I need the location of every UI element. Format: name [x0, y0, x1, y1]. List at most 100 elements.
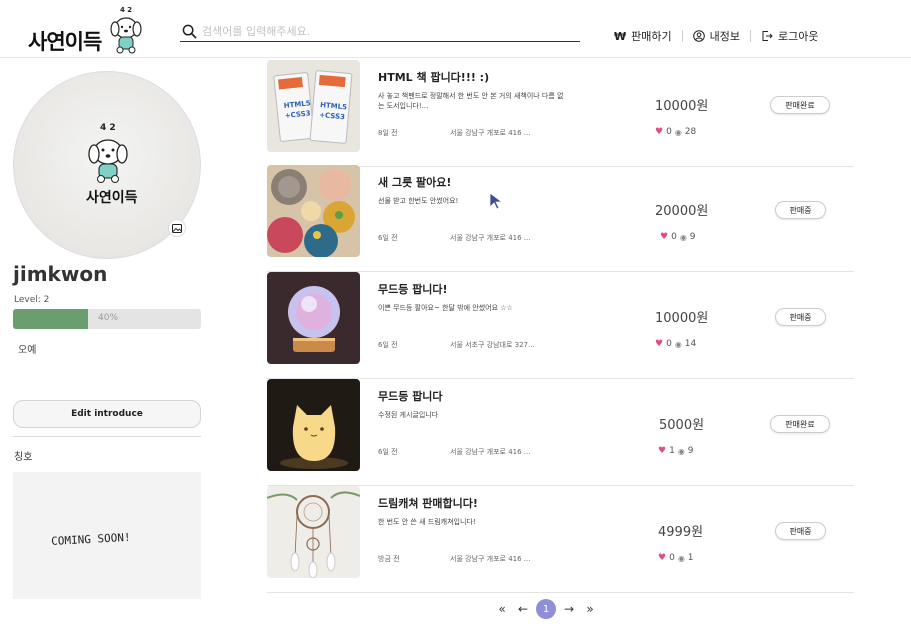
- mouse-cursor-icon: [489, 192, 503, 210]
- coming-soon-art: COMING SOON!: [51, 531, 131, 548]
- item-location: 서울 강남구 개포로 416 ...: [450, 448, 531, 456]
- list-item[interactable]: 무드등 팝니다 수정된 게시글입니다 6일 전 서울 강남구 개포로 416 .…: [267, 379, 854, 486]
- like-count: 1: [669, 446, 675, 456]
- eye-icon: ◉: [674, 339, 682, 349]
- logout-icon: [762, 31, 773, 41]
- page-number-1[interactable]: 1: [536, 599, 556, 619]
- heart-icon: ♥: [658, 553, 667, 563]
- search-bar: [180, 22, 580, 42]
- item-title[interactable]: 새 그릇 팔아요!: [378, 174, 451, 190]
- user-introduce: 오예: [18, 345, 37, 356]
- dreamcatcher-thumbnail-image: [267, 486, 360, 578]
- like-count: 0: [666, 127, 672, 137]
- pagination: « ← 1 → »: [494, 599, 598, 619]
- logo[interactable]: 사연이득 4 2: [28, 4, 143, 54]
- item-time: 6일 전: [378, 234, 398, 242]
- item-description: 한 번도 안 쓴 새 드림캐쳐입니다!: [378, 518, 476, 526]
- item-status-button[interactable]: 판매중: [775, 201, 826, 219]
- like-count: 0: [671, 232, 677, 242]
- item-title[interactable]: 무드등 팝니다!: [378, 281, 448, 297]
- item-price: 10000원: [655, 99, 709, 114]
- logo-numbers: 4 2: [120, 6, 132, 14]
- item-time: 6일 전: [378, 341, 398, 349]
- cat-lamp-thumbnail-image: [267, 379, 360, 471]
- item-stats: ♥ 0 ◉ 1: [658, 553, 694, 563]
- level-progress-text: 40%: [98, 313, 119, 323]
- item-thumbnail[interactable]: [267, 486, 360, 578]
- item-stats: ♥ 0 ◉ 14: [655, 339, 696, 349]
- item-title[interactable]: 무드등 팝니다: [378, 388, 443, 404]
- list-item[interactable]: 무드등 팝니다! 이쁜 무드등 팔아요~ 한달 밖에 안썼어요 ☆☆ 6일 전 …: [267, 272, 854, 379]
- logo-text: 사연이득: [28, 30, 102, 54]
- myinfo-label: 내정보: [709, 30, 740, 43]
- item-thumbnail[interactable]: [267, 272, 360, 364]
- dog-logo-icon: 4 2: [110, 6, 142, 54]
- header: 사연이득 4 2 ₩ 판매: [0, 0, 911, 58]
- sidebar-divider: [13, 436, 201, 437]
- item-description: 선물 받고 한번도 안썼어요!: [378, 197, 459, 205]
- view-count: 28: [684, 127, 697, 137]
- logout-link[interactable]: 로그아웃: [761, 28, 818, 44]
- item-thumbnail[interactable]: [267, 379, 360, 471]
- edit-introduce-button[interactable]: Edit introduce: [13, 400, 201, 428]
- next-page-button[interactable]: →: [561, 602, 577, 616]
- list-item[interactable]: 새 그릇 팔아요! 선물 받고 한번도 안썼어요! 6일 전 서울 강남구 개포…: [267, 165, 854, 272]
- item-title[interactable]: HTML 책 팝니다!!! :): [378, 69, 489, 85]
- item-location: 서울 강남구 개포로 416 ...: [450, 129, 531, 137]
- mood-lamp-thumbnail-image: [267, 272, 360, 364]
- view-count: 9: [689, 232, 696, 242]
- eye-icon: ◉: [677, 553, 685, 563]
- level-progress-fill: [13, 309, 89, 329]
- item-thumbnail[interactable]: HTML5 +CSS3 HTML5 +CSS3: [267, 60, 360, 152]
- item-description: 사 놓고 책펜드로 정말해서 한 번도 안 본 거의 새책이나 다름 없는 도서…: [378, 92, 564, 110]
- book-thumbnail-image: HTML5 +CSS3 HTML5 +CSS3: [267, 60, 360, 152]
- item-stats: ♥ 1 ◉ 9: [658, 446, 694, 456]
- eye-icon: ◉: [677, 446, 685, 456]
- view-count: 14: [684, 339, 697, 349]
- eye-icon: ◉: [674, 127, 682, 137]
- heart-icon: ♥: [658, 446, 667, 456]
- search-input[interactable]: [202, 22, 572, 40]
- plates-thumbnail-image: [267, 165, 360, 257]
- item-price: 4999원: [658, 525, 704, 540]
- view-count: 9: [687, 446, 694, 456]
- list-item[interactable]: 드림캐쳐 판매합니다! 한 번도 안 쓴 새 드림캐쳐입니다! 방금 전 서울 …: [267, 486, 854, 593]
- won-icon: ₩: [614, 29, 627, 43]
- last-page-button[interactable]: »: [582, 602, 598, 616]
- page: 사연이득 4 2 ₩ 판매: [0, 0, 911, 631]
- myinfo-link[interactable]: 내정보: [692, 28, 740, 44]
- user-level: Level: 2: [14, 295, 50, 305]
- item-location: 서울 강남구 개포로 416 ...: [450, 555, 531, 563]
- item-thumbnail[interactable]: [267, 165, 360, 257]
- heart-icon: ♥: [655, 339, 664, 349]
- item-location: 서울 강남구 개포로 416 ...: [450, 234, 531, 242]
- item-status-button[interactable]: 판매중: [775, 308, 826, 326]
- coming-soon-image: COMING SOON!: [13, 472, 201, 599]
- header-nav: ₩ 판매하기 내정보 로그아웃: [614, 28, 818, 44]
- item-stats: ♥ 0 ◉ 9: [660, 232, 696, 242]
- item-status-button[interactable]: 판매중: [775, 522, 826, 540]
- change-image-button[interactable]: [168, 219, 186, 237]
- image-icon: [172, 223, 182, 233]
- search-icon[interactable]: [182, 24, 197, 39]
- item-time: 방금 전: [378, 555, 400, 563]
- item-stats: ♥ 0 ◉ 28: [655, 127, 696, 137]
- sell-link[interactable]: ₩ 판매하기: [614, 28, 672, 44]
- prev-page-button[interactable]: ←: [515, 602, 531, 616]
- first-page-button[interactable]: «: [494, 602, 510, 616]
- item-price: 10000원: [655, 311, 709, 326]
- nav-divider: [681, 30, 683, 42]
- list-item[interactable]: HTML5 +CSS3 HTML5 +CSS3 HTML 책 팝니다!!! :)…: [267, 60, 854, 167]
- item-status-button[interactable]: 판매완료: [770, 96, 830, 114]
- item-status-button[interactable]: 판매완료: [770, 415, 830, 433]
- item-title[interactable]: 드림캐쳐 판매합니다!: [378, 495, 478, 511]
- avatar-logo-text: 사연이득: [86, 189, 138, 206]
- nav-divider: [750, 30, 751, 42]
- item-description: 수정된 게시글입니다: [378, 411, 439, 419]
- item-location: 서울 서초구 강남대로 327...: [450, 341, 535, 349]
- like-count: 0: [666, 339, 672, 349]
- username: jimkwon: [13, 262, 108, 286]
- like-count: 0: [669, 553, 675, 563]
- view-count: 1: [687, 553, 694, 563]
- eye-icon: ◉: [679, 232, 687, 242]
